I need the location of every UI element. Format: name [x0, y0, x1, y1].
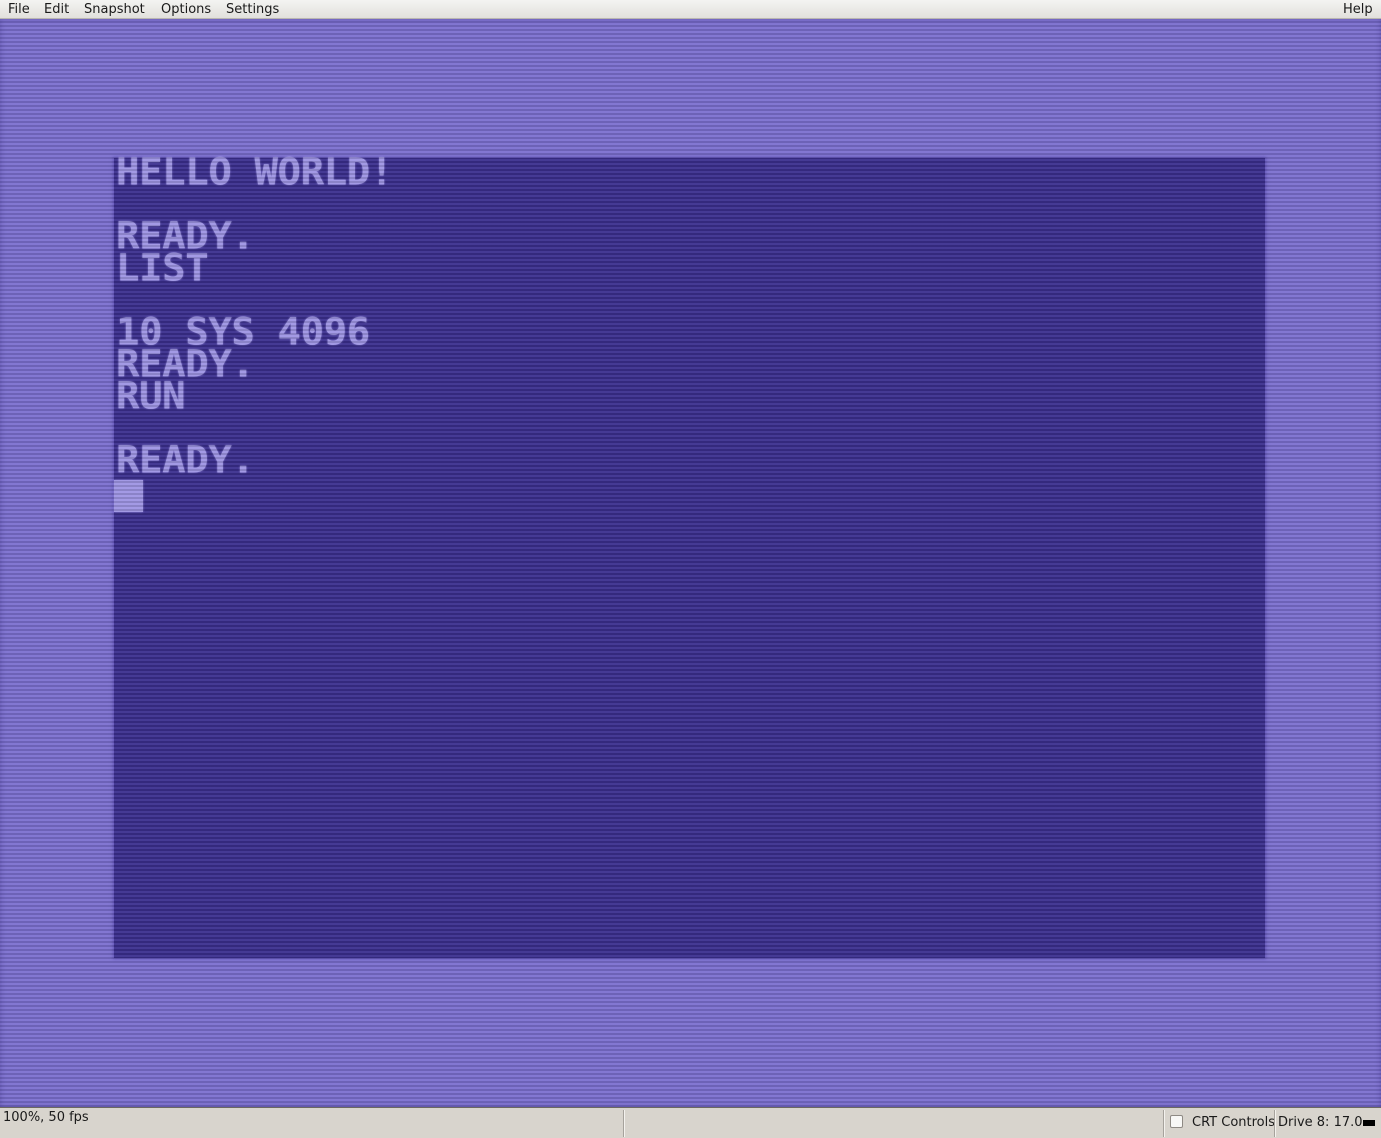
status-separator [1163, 1110, 1165, 1137]
c64-text-area: HELLO WORLD! READY. LIST 10 SYS 4096 REA… [114, 151, 1265, 958]
screen-line-7: READY. [116, 439, 255, 483]
screen-line-1: HELLO WORLD! [116, 151, 393, 195]
menu-snapshot[interactable]: Snapshot [84, 1, 145, 18]
drive-led-icon [1363, 1120, 1375, 1126]
status-separator [623, 1110, 625, 1137]
menu-options[interactable]: Options [161, 1, 211, 18]
text-cursor [114, 480, 143, 512]
crt-controls-checkbox[interactable] [1170, 1115, 1183, 1128]
menu-settings[interactable]: Settings [226, 1, 279, 18]
status-bar: 100%, 50 fps CRT Controls Drive 8: 17.0 [0, 1107, 1381, 1138]
menu-help[interactable]: Help [1343, 1, 1373, 18]
menu-bar: File Edit Snapshot Options Settings Help [0, 0, 1381, 19]
screen-line-6: RUN [116, 375, 186, 419]
speed-indicator: 100%, 50 fps [3, 1110, 89, 1125]
menu-edit[interactable]: Edit [44, 1, 69, 18]
emulator-screen[interactable]: HELLO WORLD! READY. LIST 10 SYS 4096 REA… [0, 19, 1381, 1107]
menu-file[interactable]: File [8, 1, 30, 18]
crt-controls-label[interactable]: CRT Controls [1192, 1115, 1275, 1130]
status-separator [1274, 1110, 1276, 1137]
drive-status: Drive 8: 17.0 [1278, 1115, 1363, 1130]
screen-line-3: LIST [116, 247, 209, 291]
